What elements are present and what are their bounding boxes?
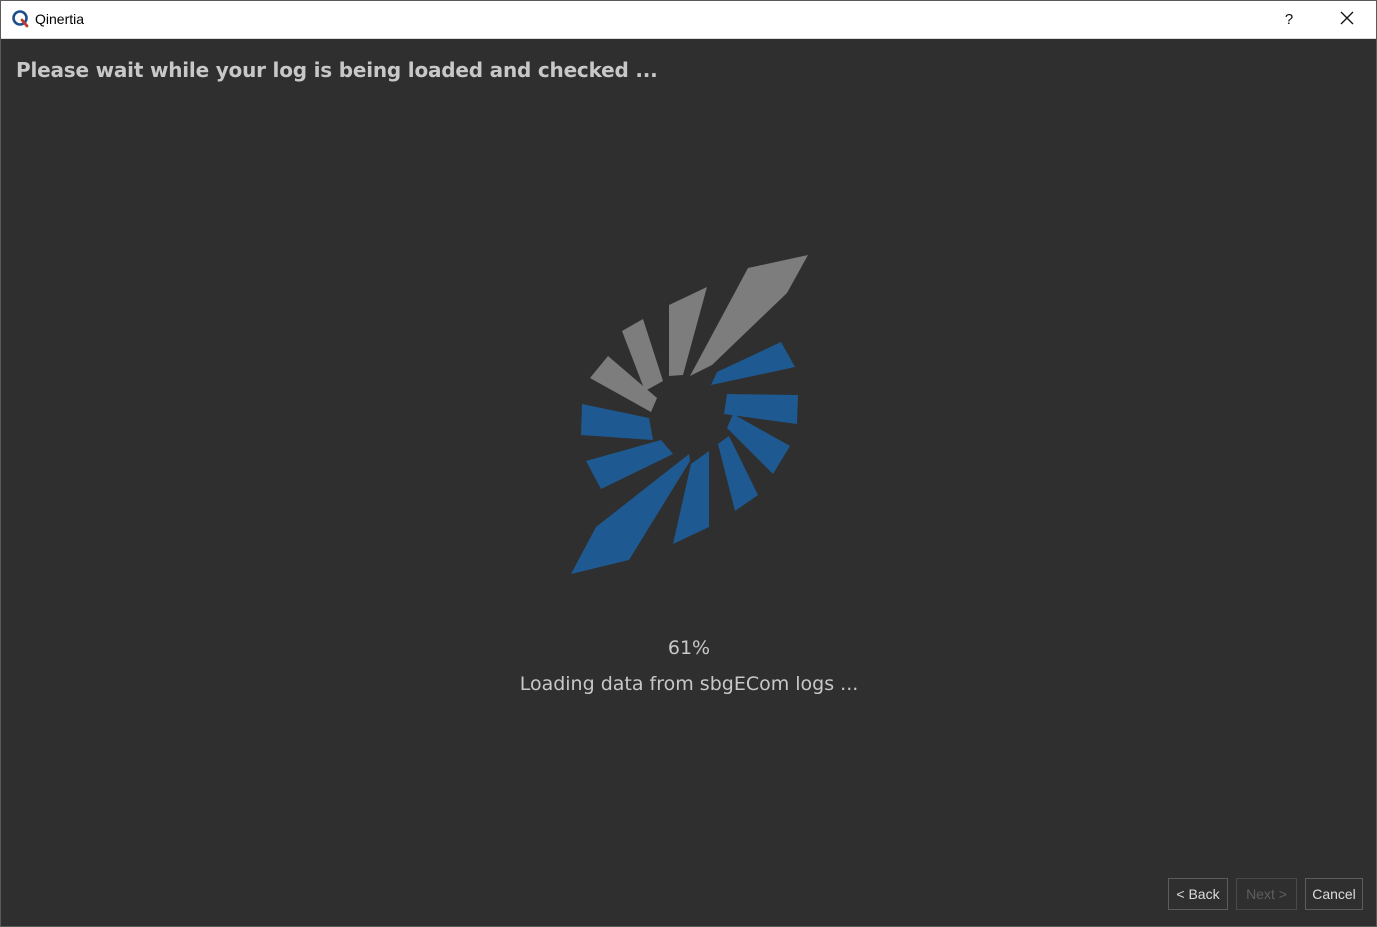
progress-percent: 61% (667, 637, 711, 659)
loading-spinner-icon (561, 246, 821, 586)
wizard-window: Qinertia ? Please wait while your log is… (0, 0, 1377, 927)
close-button[interactable] (1321, 1, 1373, 38)
help-button[interactable]: ? (1269, 1, 1309, 38)
title-bar: Qinertia ? (1, 1, 1376, 39)
cancel-button[interactable]: Cancel (1305, 878, 1363, 910)
window-title: Qinertia (35, 11, 85, 27)
close-icon (1340, 10, 1354, 29)
loading-status: Loading data from sbgECom logs ... (519, 673, 859, 695)
page-heading: Please wait while your log is being load… (16, 58, 658, 82)
next-button[interactable]: Next > (1236, 878, 1297, 910)
qinertia-logo-icon (11, 9, 31, 29)
back-button[interactable]: < Back (1168, 878, 1228, 910)
spinner-blade (581, 404, 653, 440)
